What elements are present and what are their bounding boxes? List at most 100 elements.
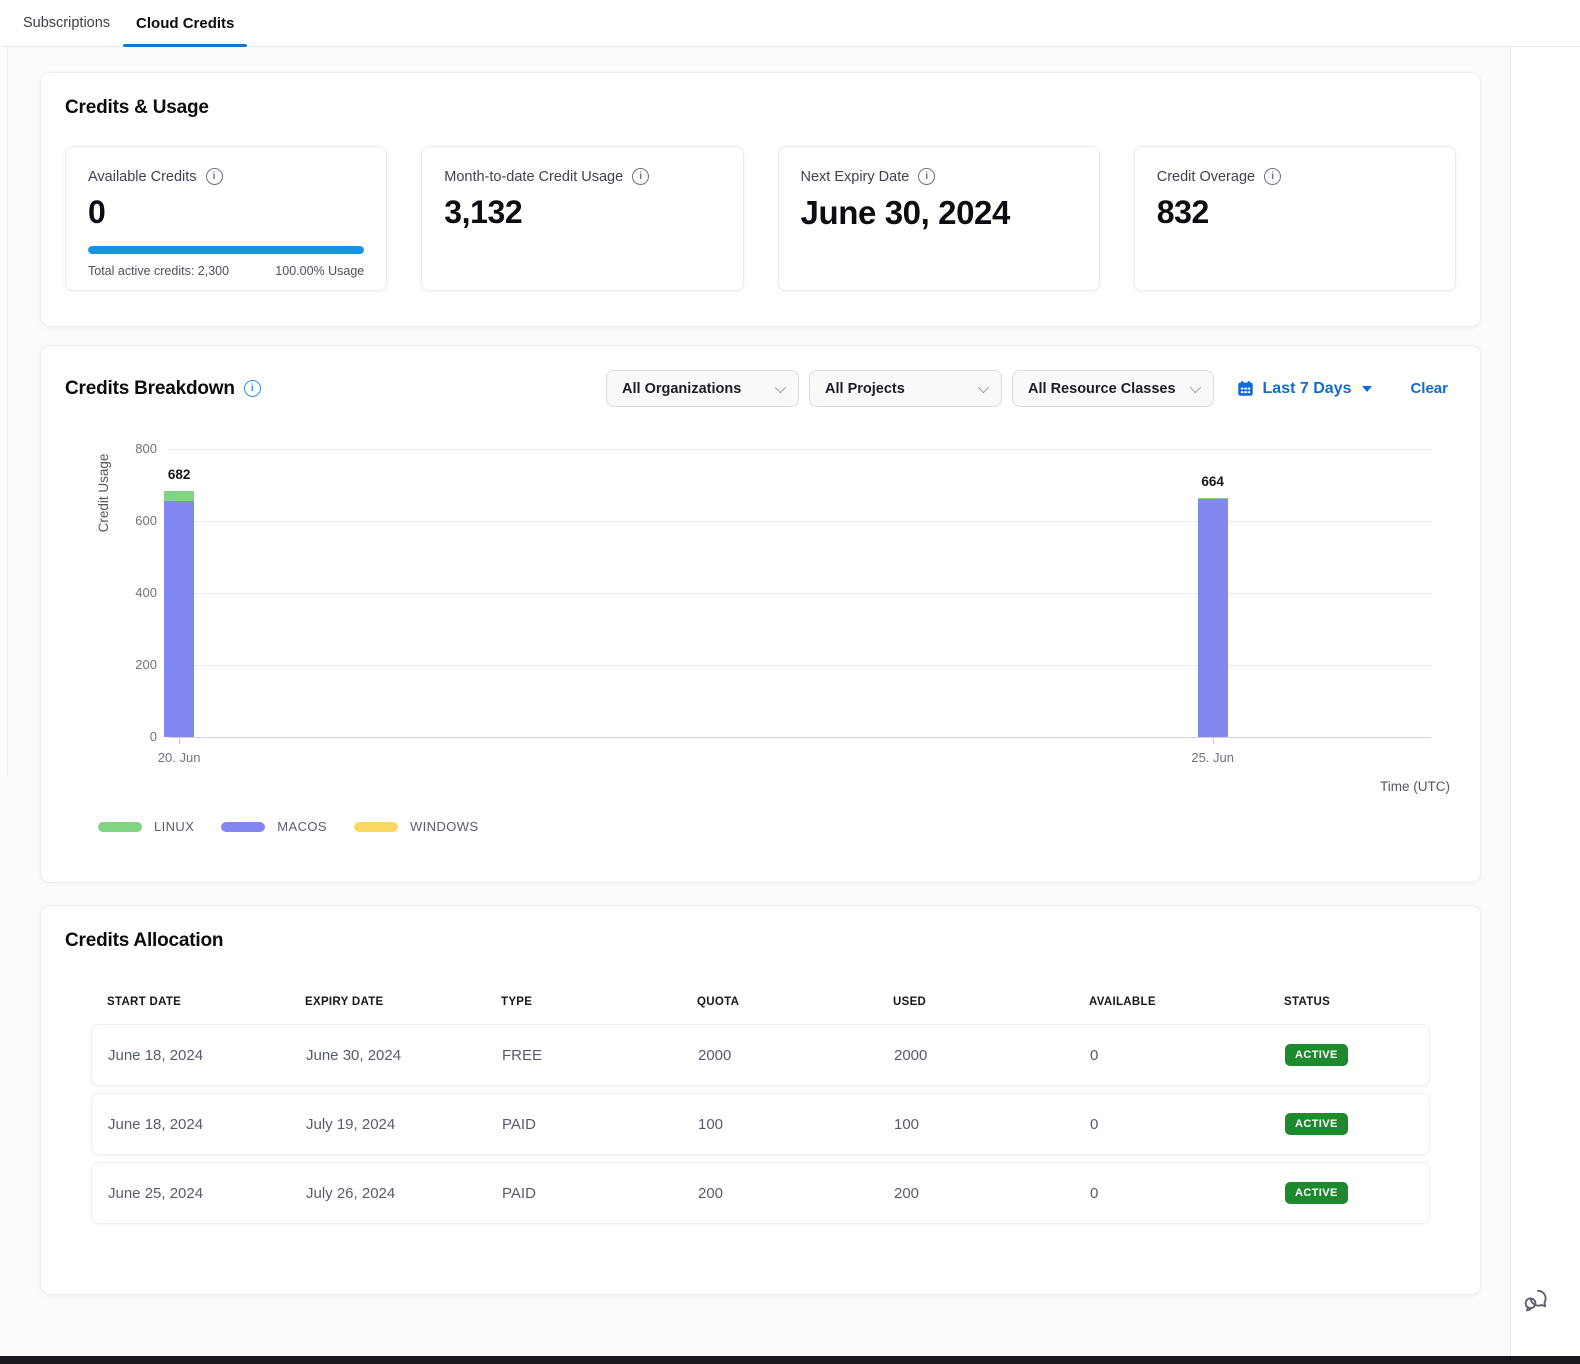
main-content: Credits & Usage Available Credits 0 Tota… [0,47,1510,1356]
y-tick-label: 0 [113,729,157,744]
caret-down-icon [1362,386,1372,392]
column-header-type: TYPE [501,996,697,1008]
cell-available: 0 [1090,1185,1285,1202]
credit-overage-value: 832 [1157,194,1433,231]
cell-used: 100 [894,1116,1090,1133]
cell-type: FREE [502,1047,698,1064]
cell-start-date: June 18, 2024 [108,1047,306,1064]
bar-segment-linux [164,491,194,501]
credits-allocation-title: Credits Allocation [65,930,1456,952]
metric-card-mtd-usage: Month-to-date Credit Usage 3,132 [421,146,743,291]
chat-bubbles-icon [1521,1285,1551,1315]
x-tick-mark [1213,738,1214,744]
y-tick-label: 400 [113,585,157,600]
bar-segment-macos [164,501,194,737]
date-range-value: Last 7 Days [1263,380,1352,398]
cell-expiry-date: July 19, 2024 [306,1116,502,1133]
credits-breakdown-title: Credits Breakdown [65,378,235,400]
resource-classes-dropdown-value: All Resource Classes [1028,381,1176,397]
chart-y-axis-label: Credit Usage [96,393,116,593]
cell-expiry-date: July 26, 2024 [306,1185,502,1202]
metric-label: Next Expiry Date [801,169,910,185]
metric-label: Month-to-date Credit Usage [444,169,623,185]
projects-dropdown-value: All Projects [825,381,905,397]
organizations-dropdown[interactable]: All Organizations [606,370,799,407]
legend-item-windows[interactable]: WINDOWS [354,819,479,834]
cell-quota: 200 [698,1185,894,1202]
info-icon[interactable] [1264,168,1281,185]
tab-subscriptions[interactable]: Subscriptions [10,0,123,46]
cell-start-date: June 25, 2024 [108,1185,306,1202]
credits-breakdown-card: Credits Breakdown All Organizations All … [40,345,1481,883]
legend-item-linux[interactable]: LINUX [98,819,194,834]
info-icon[interactable] [918,168,935,185]
cell-quota: 2000 [698,1047,894,1064]
left-scroll-gutter [0,47,8,775]
cell-type: PAID [502,1185,698,1202]
support-chat-button[interactable] [1520,1284,1552,1316]
total-active-credits: Total active credits: 2,300 [88,264,229,278]
metric-card-next-expiry: Next Expiry Date June 30, 2024 [778,146,1100,291]
gridline [169,449,1431,450]
credits-allocation-table: START DATE EXPIRY DATE TYPE QUOTA USED A… [91,996,1430,1224]
chart-bar[interactable] [1198,498,1228,737]
legend-item-macos[interactable]: MACOS [221,819,327,834]
metric-card-credit-overage: Credit Overage 832 [1134,146,1456,291]
cell-used: 2000 [894,1047,1090,1064]
info-icon[interactable] [632,168,649,185]
column-header-status: STATUS [1284,996,1430,1008]
table-row: June 18, 2024 June 30, 2024 FREE 2000 20… [91,1024,1430,1086]
cell-available: 0 [1090,1116,1285,1133]
windows-swatch-icon [354,822,398,832]
metric-label: Available Credits [88,169,197,185]
mtd-usage-value: 3,132 [444,194,720,231]
calendar-icon [1237,380,1254,397]
legend-label: MACOS [277,819,327,834]
chart-plot: Credit Usage 020040060080068220. Jun6642… [169,449,1431,737]
chart-x-axis-label: Time (UTC) [1380,779,1450,794]
x-tick-label: 25. Jun [1183,750,1243,765]
credits-progress-fill [88,246,364,254]
organizations-dropdown-value: All Organizations [622,381,741,397]
info-icon[interactable] [244,380,261,397]
tab-bar: Subscriptions Cloud Credits [0,0,1580,47]
resource-classes-dropdown[interactable]: All Resource Classes [1012,370,1214,407]
column-header-start-date: START DATE [107,996,305,1008]
metric-card-available-credits: Available Credits 0 Total active credits… [65,146,387,291]
right-panel-strip [1510,47,1580,1356]
y-tick-label: 800 [113,441,157,456]
usage-percent: 100.00% Usage [275,264,364,278]
tab-cloud-credits[interactable]: Cloud Credits [123,0,247,46]
credit-usage-chart: Credit Usage 020040060080068220. Jun6642… [65,437,1456,789]
bar-total-label: 682 [149,467,209,482]
projects-dropdown[interactable]: All Projects [809,370,1002,407]
chart-bar[interactable] [164,491,194,737]
bar-segment-macos [1198,499,1228,737]
x-tick-mark [179,738,180,744]
table-row: June 25, 2024 July 26, 2024 PAID 200 200… [91,1162,1430,1224]
cell-quota: 100 [698,1116,894,1133]
x-axis-line [169,737,1431,738]
x-tick-label: 20. Jun [149,750,209,765]
cell-start-date: June 18, 2024 [108,1116,306,1133]
y-tick-label: 600 [113,513,157,528]
legend-label: WINDOWS [410,819,479,834]
chevron-down-icon [978,381,989,392]
credits-usage-card: Credits & Usage Available Credits 0 Tota… [40,72,1481,327]
date-range-picker[interactable]: Last 7 Days [1237,380,1373,398]
next-expiry-value: June 30, 2024 [801,194,1077,232]
metric-label: Credit Overage [1157,169,1255,185]
bar-total-label: 664 [1183,474,1243,489]
table-row: June 18, 2024 July 19, 2024 PAID 100 100… [91,1093,1430,1155]
column-header-expiry-date: EXPIRY DATE [305,996,501,1008]
clear-filters-button[interactable]: Clear [1410,380,1448,397]
legend-label: LINUX [154,819,194,834]
bottom-edge-bar [0,1356,1580,1364]
gridline [169,665,1431,666]
column-header-available: AVAILABLE [1089,996,1284,1008]
cell-available: 0 [1090,1047,1285,1064]
info-icon[interactable] [206,168,223,185]
status-badge: ACTIVE [1285,1113,1348,1135]
credits-allocation-card: Credits Allocation START DATE EXPIRY DAT… [40,905,1481,1295]
cell-type: PAID [502,1116,698,1133]
